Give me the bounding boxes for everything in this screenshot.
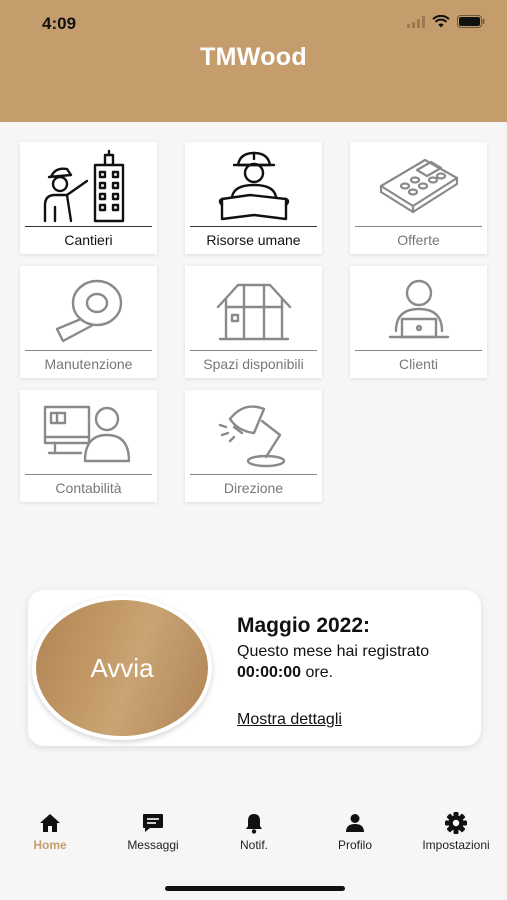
message-icon: [103, 810, 203, 836]
tile-divider: [190, 226, 317, 227]
show-details-link[interactable]: Mostra dettagli: [237, 711, 342, 729]
tile-label: Offerte: [397, 232, 440, 248]
client-laptop-icon: [350, 270, 487, 350]
tab-bar: Home Messaggi Notif. Profilo Impostazion…: [0, 810, 507, 870]
home-icon: [0, 810, 100, 836]
tile-divider: [190, 350, 317, 351]
tile-label: Direzione: [223, 480, 284, 496]
tile-divider: [190, 474, 317, 475]
wifi-icon: [432, 14, 450, 33]
tile-label: Spazi disponibili: [203, 356, 304, 372]
tile-divider: [25, 226, 152, 227]
status-time: 4:09: [42, 14, 77, 33]
bell-icon: [204, 810, 304, 836]
app-header: 4:09 TMWood: [0, 0, 507, 122]
gear-icon: [406, 810, 506, 836]
tab-messaggi[interactable]: Messaggi: [103, 810, 203, 852]
tab-label: Notif.: [239, 838, 268, 852]
tile-label: Manutenzione: [44, 356, 133, 372]
hours-description: Questo mese hai registrato: [237, 643, 430, 660]
accountant-icon: [20, 394, 157, 474]
tab-label: Profilo: [337, 838, 372, 852]
tile-divider: [355, 350, 482, 351]
tile-divider: [355, 226, 482, 227]
tile-cantieri[interactable]: Cantieri: [20, 142, 157, 254]
tile-label: Cantieri: [64, 232, 113, 248]
worker-blueprint-icon: [185, 146, 322, 226]
calculator-icon: [350, 146, 487, 226]
tile-risorse-umane[interactable]: Risorse umane: [185, 142, 322, 254]
hours-suffix: ore.: [301, 664, 334, 681]
tile-divider: [25, 350, 152, 351]
tile-label: Risorse umane: [206, 232, 301, 248]
status-icons: [407, 14, 485, 33]
tab-profilo[interactable]: Profilo: [305, 810, 405, 852]
start-timer-label: Avvia: [90, 652, 154, 683]
worker-building-icon: [20, 146, 157, 226]
tab-label: Home: [33, 838, 67, 852]
tile-label: Contabilità: [55, 480, 122, 496]
app-title: TMWood: [200, 43, 307, 71]
tab-home[interactable]: Home: [0, 810, 100, 852]
tile-spazi-disponibili[interactable]: Spazi disponibili: [185, 266, 322, 378]
tab-notifiche[interactable]: Notif.: [204, 810, 304, 852]
tape-roll-icon: [20, 270, 157, 350]
tab-impostazioni[interactable]: Impostazioni: [406, 810, 506, 852]
shed-icon: [185, 270, 322, 350]
cellular-signal-icon: [407, 15, 425, 33]
desk-lamp-icon: [185, 394, 322, 474]
tile-label: Clienti: [399, 356, 438, 372]
tile-divider: [25, 474, 152, 475]
tab-label: Messaggi: [127, 838, 179, 852]
hours-value: 00:00:00: [237, 664, 302, 681]
tile-contabilita[interactable]: Contabilità: [20, 390, 157, 502]
hours-registered: 00:00:00 ore.: [237, 664, 333, 682]
tile-manutenzione[interactable]: Manutenzione: [20, 266, 157, 378]
month-title: Maggio 2022:: [237, 614, 371, 637]
person-icon: [305, 810, 405, 836]
tile-clienti[interactable]: Clienti: [350, 266, 487, 378]
tile-direzione[interactable]: Direzione: [185, 390, 322, 502]
tile-offerte[interactable]: Offerte: [350, 142, 487, 254]
home-indicator[interactable]: [165, 886, 345, 891]
battery-icon: [457, 15, 485, 33]
tab-label: Impostazioni: [422, 838, 490, 852]
start-timer-button[interactable]: Avvia: [32, 596, 212, 740]
